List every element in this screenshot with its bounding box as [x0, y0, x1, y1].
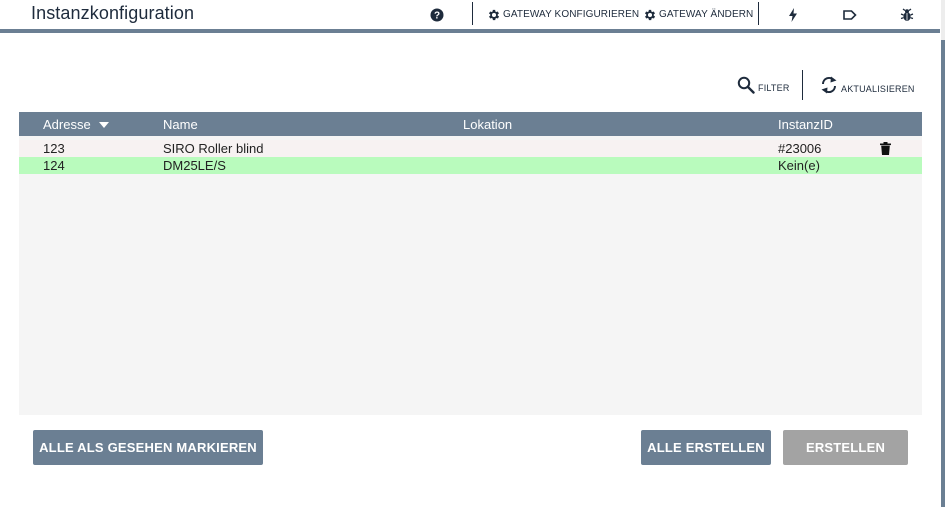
create-button[interactable]: ERSTELLEN	[783, 430, 908, 465]
label-button[interactable]	[843, 0, 857, 29]
cell-address: 123	[43, 141, 65, 156]
column-header-name[interactable]: Name	[163, 117, 198, 132]
app-header: Instanzkonfiguration ? GATEWAY KONFIGURI…	[0, 0, 940, 30]
delete-button[interactable]	[880, 142, 891, 158]
refresh-label: AKTUALISIEREN	[841, 84, 915, 94]
table-row[interactable]: 123 SIRO Roller blind #23006	[19, 140, 922, 157]
trash-icon	[880, 142, 891, 155]
change-gateway-button[interactable]: GATEWAY ÄNDERN	[643, 0, 753, 29]
configure-gateway-button[interactable]: GATEWAY KONFIGURIEREN	[487, 0, 639, 29]
bug-icon	[900, 7, 914, 21]
change-gateway-label: GATEWAY ÄNDERN	[659, 9, 754, 20]
gear-icon	[488, 9, 500, 20]
table-header: Adresse Name Lokation InstanzID	[19, 112, 922, 136]
cell-instance-id: #23006	[778, 141, 822, 156]
create-all-button[interactable]: ALLE ERSTELLEN	[641, 430, 771, 465]
toolbar-divider	[802, 70, 803, 100]
column-header-address[interactable]: Adresse	[43, 117, 109, 132]
column-header-location[interactable]: Lokation	[463, 117, 512, 132]
sort-down-icon	[98, 121, 109, 128]
cell-instance-id: Kein(e)	[778, 158, 820, 173]
table-row[interactable]: 124 DM25LE/S Kein(e)	[19, 157, 922, 174]
scrollbar-thumb[interactable]	[941, 40, 945, 507]
debug-button[interactable]	[900, 0, 914, 29]
column-header-label: Adresse	[43, 117, 91, 132]
refresh-icon	[821, 76, 837, 94]
header-accent-bar	[0, 29, 940, 33]
mark-all-seen-button[interactable]: ALLE ALS GESEHEN MARKIEREN	[33, 430, 263, 465]
column-header-label: Name	[163, 117, 198, 132]
filter-label: FILTER	[758, 83, 790, 93]
column-header-label: Lokation	[463, 117, 513, 132]
cell-address: 124	[43, 158, 65, 173]
cell-name: SIRO Roller blind	[163, 141, 264, 156]
header-divider	[472, 2, 473, 25]
instance-table: Adresse Name Lokation InstanzID 123 SIRO…	[19, 112, 922, 415]
refresh-button[interactable]: AKTUALISIEREN	[820, 75, 915, 95]
label-icon	[843, 9, 857, 20]
cell-name: DM25LE/S	[163, 158, 226, 173]
help-circle-icon: ?	[430, 8, 444, 21]
help-button[interactable]: ?	[430, 0, 444, 29]
svg-text:?: ?	[434, 10, 440, 21]
flash-icon	[789, 7, 797, 22]
column-header-instance-id[interactable]: InstanzID	[778, 117, 833, 132]
filter-button[interactable]: FILTER	[737, 76, 790, 94]
column-header-label: InstanzID	[778, 117, 833, 132]
header-divider	[758, 2, 759, 25]
configure-gateway-label: GATEWAY KONFIGURIEREN	[503, 9, 640, 20]
gear-icon	[644, 9, 656, 20]
vertical-scrollbar[interactable]	[941, 0, 945, 507]
flash-button[interactable]	[788, 0, 798, 29]
search-icon	[737, 76, 755, 94]
page-title: Instanzkonfiguration	[31, 3, 195, 23]
